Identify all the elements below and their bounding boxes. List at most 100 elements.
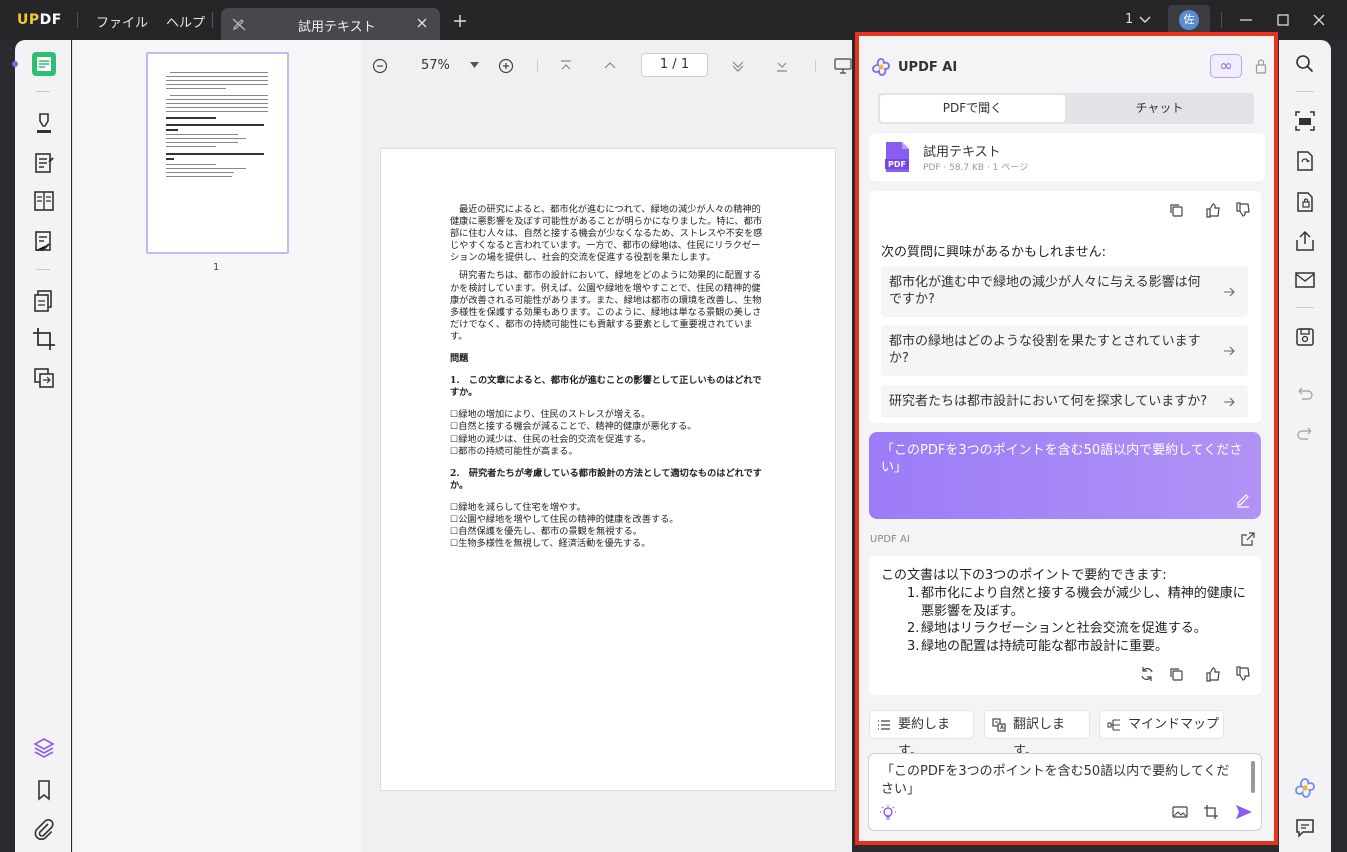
question-1: 1. この文章によると、都市化が進むことの影響として正しいものはどれですか。	[450, 375, 762, 399]
close-tab-icon[interactable]	[415, 16, 429, 30]
lock-icon[interactable]	[1255, 58, 1267, 74]
toolbar-divider	[36, 91, 50, 92]
copy-icon[interactable]	[1168, 666, 1184, 682]
answer-item: 2. 緑地はリラクゼーションと社会交流を促進する。	[907, 621, 1207, 636]
last-page-icon[interactable]	[775, 59, 789, 73]
paragraph: 研究者たちは、都市の設計において、緑地をどのように効果的に配置するかを検討してい…	[450, 270, 762, 342]
chat-input[interactable]: 「このPDFを3つのポイントを含む50語以内で要約してください」	[868, 753, 1262, 831]
tab-document[interactable]: 試用テキスト	[221, 8, 440, 40]
convert-pdf-icon[interactable]	[1294, 150, 1316, 172]
edit-text-icon[interactable]	[31, 150, 57, 176]
chat-input-text[interactable]: 「このPDFを3つのポイントを含む50語以内で要約してください」	[881, 763, 1241, 799]
maximize-icon[interactable]	[1276, 13, 1290, 27]
undo-icon[interactable]	[1294, 383, 1316, 405]
first-page-icon[interactable]	[559, 59, 573, 73]
thumbs-up-icon[interactable]	[1205, 666, 1221, 682]
presentation-icon[interactable]	[834, 58, 852, 74]
close-window-icon[interactable]	[1312, 13, 1326, 27]
save-icon[interactable]	[1294, 326, 1316, 348]
ai-assistant-panel: UPDF AI ∞ PDFで聞く チャット PDF 試用テキスト PDF · 5…	[855, 32, 1278, 845]
suggestion-item[interactable]: 都市化が進む中で緑地の減少が人々に与える影響は何ですか?	[881, 266, 1248, 317]
email-icon[interactable]	[1294, 269, 1316, 291]
arrow-right-icon	[1222, 285, 1236, 299]
tab-ask-pdf[interactable]: PDFで聞く	[880, 95, 1065, 122]
minimize-icon[interactable]	[1239, 13, 1253, 27]
convert-icon[interactable]	[31, 365, 57, 391]
avatar[interactable]: 佐	[1168, 5, 1210, 35]
option: ☐都市の持続可能性が高まる。	[450, 445, 578, 457]
bookmark-icon[interactable]	[31, 777, 57, 803]
edit-message-icon[interactable]	[1235, 492, 1251, 508]
page-number-input[interactable]: 1 / 1	[641, 53, 708, 77]
section-title: 問題	[450, 353, 469, 365]
suggestions-card: 次の質問に興味があるかもしれません: 都市化が進む中で緑地の減少が人々に与える影…	[869, 191, 1261, 423]
share-icon[interactable]	[1294, 230, 1316, 252]
screenshot-crop-icon[interactable]	[1203, 804, 1219, 820]
thumbnail-panel: 1	[72, 40, 362, 852]
answer-list: 1. 都市化により自然と接する機会が減少し、精神的健康に悪影響を及ぼす。 2. 緑地…	[907, 585, 1253, 655]
thumbs-up-icon[interactable]	[1205, 202, 1221, 218]
toolbar-divider	[537, 60, 538, 72]
add-tab-icon[interactable]	[452, 13, 468, 29]
menu-file[interactable]: ファイル	[96, 12, 148, 31]
mindmap-chip[interactable]: マインドマップ	[1099, 710, 1224, 739]
option: ☐緑地の増加により、住民のストレスが増える。	[450, 409, 651, 421]
input-scrollbar[interactable]	[1251, 761, 1255, 793]
form-icon[interactable]	[31, 228, 57, 254]
option: ☐緑地を減らして住宅を増やす。	[450, 501, 586, 513]
copy-icon[interactable]	[1168, 202, 1184, 218]
mindmap-icon	[1107, 718, 1121, 732]
arrow-right-icon	[1222, 395, 1236, 409]
option: ☐緑地の減少は、住民の社会的交流を促進する。	[450, 433, 652, 445]
updf-logo: UPDF	[17, 12, 62, 28]
mode-tabs: PDFで聞く チャット	[878, 93, 1254, 124]
page-thumbnail[interactable]	[146, 52, 289, 254]
prev-page-icon[interactable]	[603, 59, 617, 73]
next-page-icon[interactable]	[731, 59, 745, 73]
page-tools-icon[interactable]	[31, 288, 57, 314]
suggestion-item[interactable]: 研究者たちは都市設計において何を探求していますか?	[881, 385, 1248, 418]
regenerate-icon[interactable]	[1139, 666, 1155, 682]
tab-chat[interactable]: チャット	[1067, 95, 1252, 122]
file-meta: PDF · 58.7 KB · 1 ページ	[923, 163, 1029, 173]
thumbnail-page-number: 1	[213, 262, 220, 273]
ocr-icon[interactable]	[1294, 110, 1316, 132]
translate-chip[interactable]: 翻訳します。	[984, 710, 1090, 759]
list-icon	[877, 718, 891, 732]
updf-ai-icon[interactable]	[1294, 777, 1316, 799]
thumbs-down-icon[interactable]	[1235, 666, 1251, 682]
layers-icon[interactable]	[31, 735, 57, 761]
prompt-lightbulb-icon[interactable]	[879, 804, 897, 822]
svg-text:PDF: PDF	[888, 160, 906, 169]
protect-icon[interactable]	[1294, 191, 1316, 213]
zoom-out-icon[interactable]	[372, 58, 388, 74]
redo-icon[interactable]	[1294, 423, 1316, 445]
translate-icon	[992, 718, 1006, 732]
option: ☐公園や緑地を増やして住民の精神的健康を改善する。	[450, 513, 679, 525]
pdf-file-icon: PDF	[884, 141, 910, 173]
image-upload-icon[interactable]	[1172, 804, 1188, 820]
user-message-text: 「このPDFを3つのポイントを含む50語以内で要約してください」	[881, 443, 1243, 475]
attachment-icon[interactable]	[31, 816, 57, 842]
comment-icon[interactable]	[1294, 817, 1316, 839]
question-2: 2. 研究者たちが考慮している都市設計の方法として適切なものはどれですか。	[450, 467, 762, 491]
reader-icon[interactable]	[31, 51, 57, 77]
arrow-right-icon	[1222, 344, 1236, 358]
crop-icon[interactable]	[31, 326, 57, 352]
thumbs-down-icon[interactable]	[1235, 202, 1251, 218]
ai-title: UPDF AI	[898, 60, 958, 75]
organize-pages-icon[interactable]	[31, 188, 57, 214]
suggestion-item[interactable]: 都市の緑地はどのような役割を果たすとされていますか?	[881, 325, 1248, 376]
plan-badge[interactable]: ∞	[1210, 54, 1242, 78]
zoom-level[interactable]: 57%	[421, 58, 450, 73]
zoom-in-icon[interactable]	[498, 58, 514, 74]
highlighter-icon[interactable]	[31, 110, 57, 136]
search-icon[interactable]	[1294, 53, 1316, 75]
chevron-down-icon[interactable]	[1138, 14, 1152, 26]
send-icon[interactable]	[1235, 804, 1253, 820]
option: ☐自然保護を優先し、都市の景観を無視する。	[450, 526, 642, 538]
open-external-icon[interactable]	[1240, 531, 1256, 547]
zoom-dropdown-icon[interactable]	[470, 62, 479, 68]
summarize-chip[interactable]: 要約します。	[869, 710, 974, 759]
menu-help[interactable]: ヘルプ	[166, 12, 205, 31]
